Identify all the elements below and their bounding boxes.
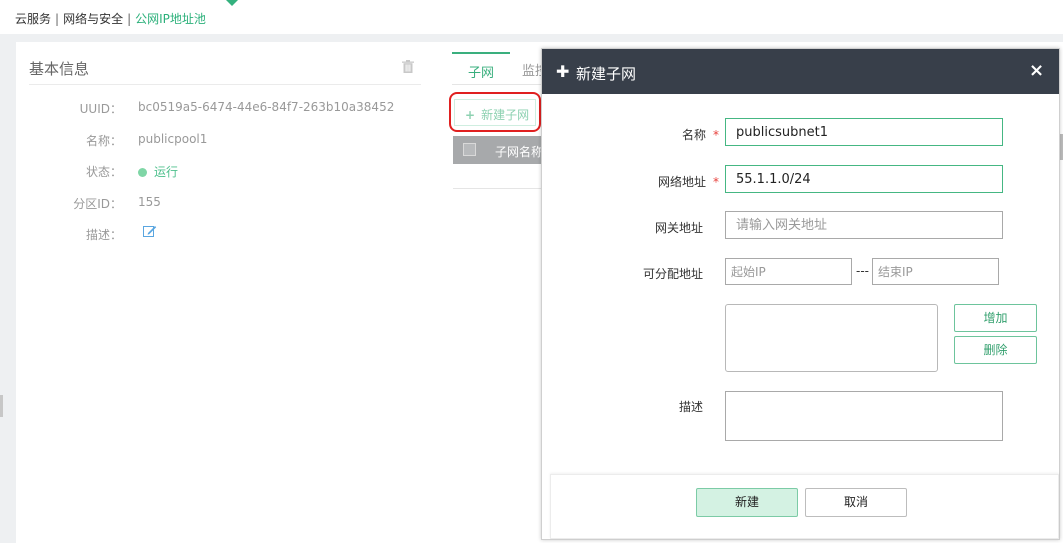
tab-subnet[interactable]: 子网 [452, 52, 510, 84]
name-field-label: 名称 * [599, 126, 719, 143]
dialog-header: ✚ 新建子网 × [542, 49, 1059, 94]
new-subnet-label: 新建子网 [481, 108, 530, 122]
network-label-text: 网络地址 [657, 175, 706, 189]
breadcrumb: 云服务 | 网络与安全 | 公网IP地址池 [0, 0, 1063, 34]
range-separator: --- [856, 264, 869, 278]
partition-id-label: 分区ID： [73, 197, 122, 211]
new-subnet-dialog: ✚ 新建子网 × 名称* 网络地址* 网关地址 可分配地址 --- 增加 删除 … [541, 48, 1060, 540]
description-field-label: 描述 [678, 400, 703, 414]
gateway-address-input[interactable] [725, 211, 1003, 239]
network-address-input[interactable] [725, 165, 1003, 193]
nav-indicator [226, 0, 238, 6]
tabs-divider [452, 84, 552, 85]
status-label: 状态： [85, 165, 122, 179]
table-row [453, 164, 553, 189]
partition-id-value: 155 [138, 195, 161, 209]
breadcrumb-item-cloud-service[interactable]: 云服务 [15, 12, 51, 26]
create-button[interactable]: 新建 [696, 488, 798, 517]
plus-icon: + [465, 108, 476, 122]
info-divider [29, 84, 421, 85]
plus-icon: ✚ [556, 62, 570, 81]
status-badge: 运行 [138, 163, 178, 180]
name-value: publicpool1 [138, 132, 208, 146]
select-all-checkbox[interactable] [463, 143, 476, 156]
close-icon[interactable]: × [1029, 60, 1044, 81]
delete-range-button[interactable]: 删除 [954, 336, 1037, 364]
column-subnet-name: 子网名称 [495, 145, 544, 159]
breadcrumb-separator: | [55, 12, 60, 26]
subnet-table-header: 子网名称 [453, 136, 553, 164]
breadcrumb-item-public-ip-pool: 公网IP地址池 [135, 12, 206, 26]
new-subnet-button[interactable]: + 新建子网 [454, 99, 536, 126]
allocatable-label: 可分配地址 [642, 267, 703, 281]
gateway-label: 网关地址 [654, 221, 703, 235]
end-ip-input[interactable] [872, 258, 999, 285]
name-input[interactable] [725, 118, 1003, 146]
breadcrumb-separator: | [127, 12, 132, 26]
dialog-footer: 新建 取消 [550, 474, 1059, 539]
edit-icon[interactable] [143, 224, 157, 238]
cancel-button[interactable]: 取消 [805, 488, 907, 517]
start-ip-input[interactable] [725, 258, 852, 285]
basic-info-title: 基本信息 [29, 60, 90, 78]
name-label: 名称： [85, 134, 122, 148]
uuid-value: bc0519a5-6474-44e6-84f7-263b10a38452 [138, 100, 395, 114]
add-range-button[interactable]: 增加 [954, 304, 1037, 332]
dialog-title: 新建子网 [576, 65, 637, 83]
description-label: 描述： [85, 228, 122, 242]
network-field-label: 网络地址 * [599, 173, 719, 190]
ip-range-list[interactable] [725, 304, 938, 372]
trash-icon[interactable] [402, 60, 414, 73]
required-marker: * [713, 128, 719, 142]
name-label-text: 名称 [681, 128, 706, 142]
status-dot-icon [138, 168, 147, 177]
uuid-label: UUID： [79, 102, 122, 116]
left-edge-marker [0, 395, 3, 417]
breadcrumb-item-network-security[interactable]: 网络与安全 [63, 12, 123, 26]
required-marker: * [713, 175, 719, 189]
description-textarea[interactable] [725, 391, 1003, 441]
status-value: 运行 [154, 165, 179, 179]
